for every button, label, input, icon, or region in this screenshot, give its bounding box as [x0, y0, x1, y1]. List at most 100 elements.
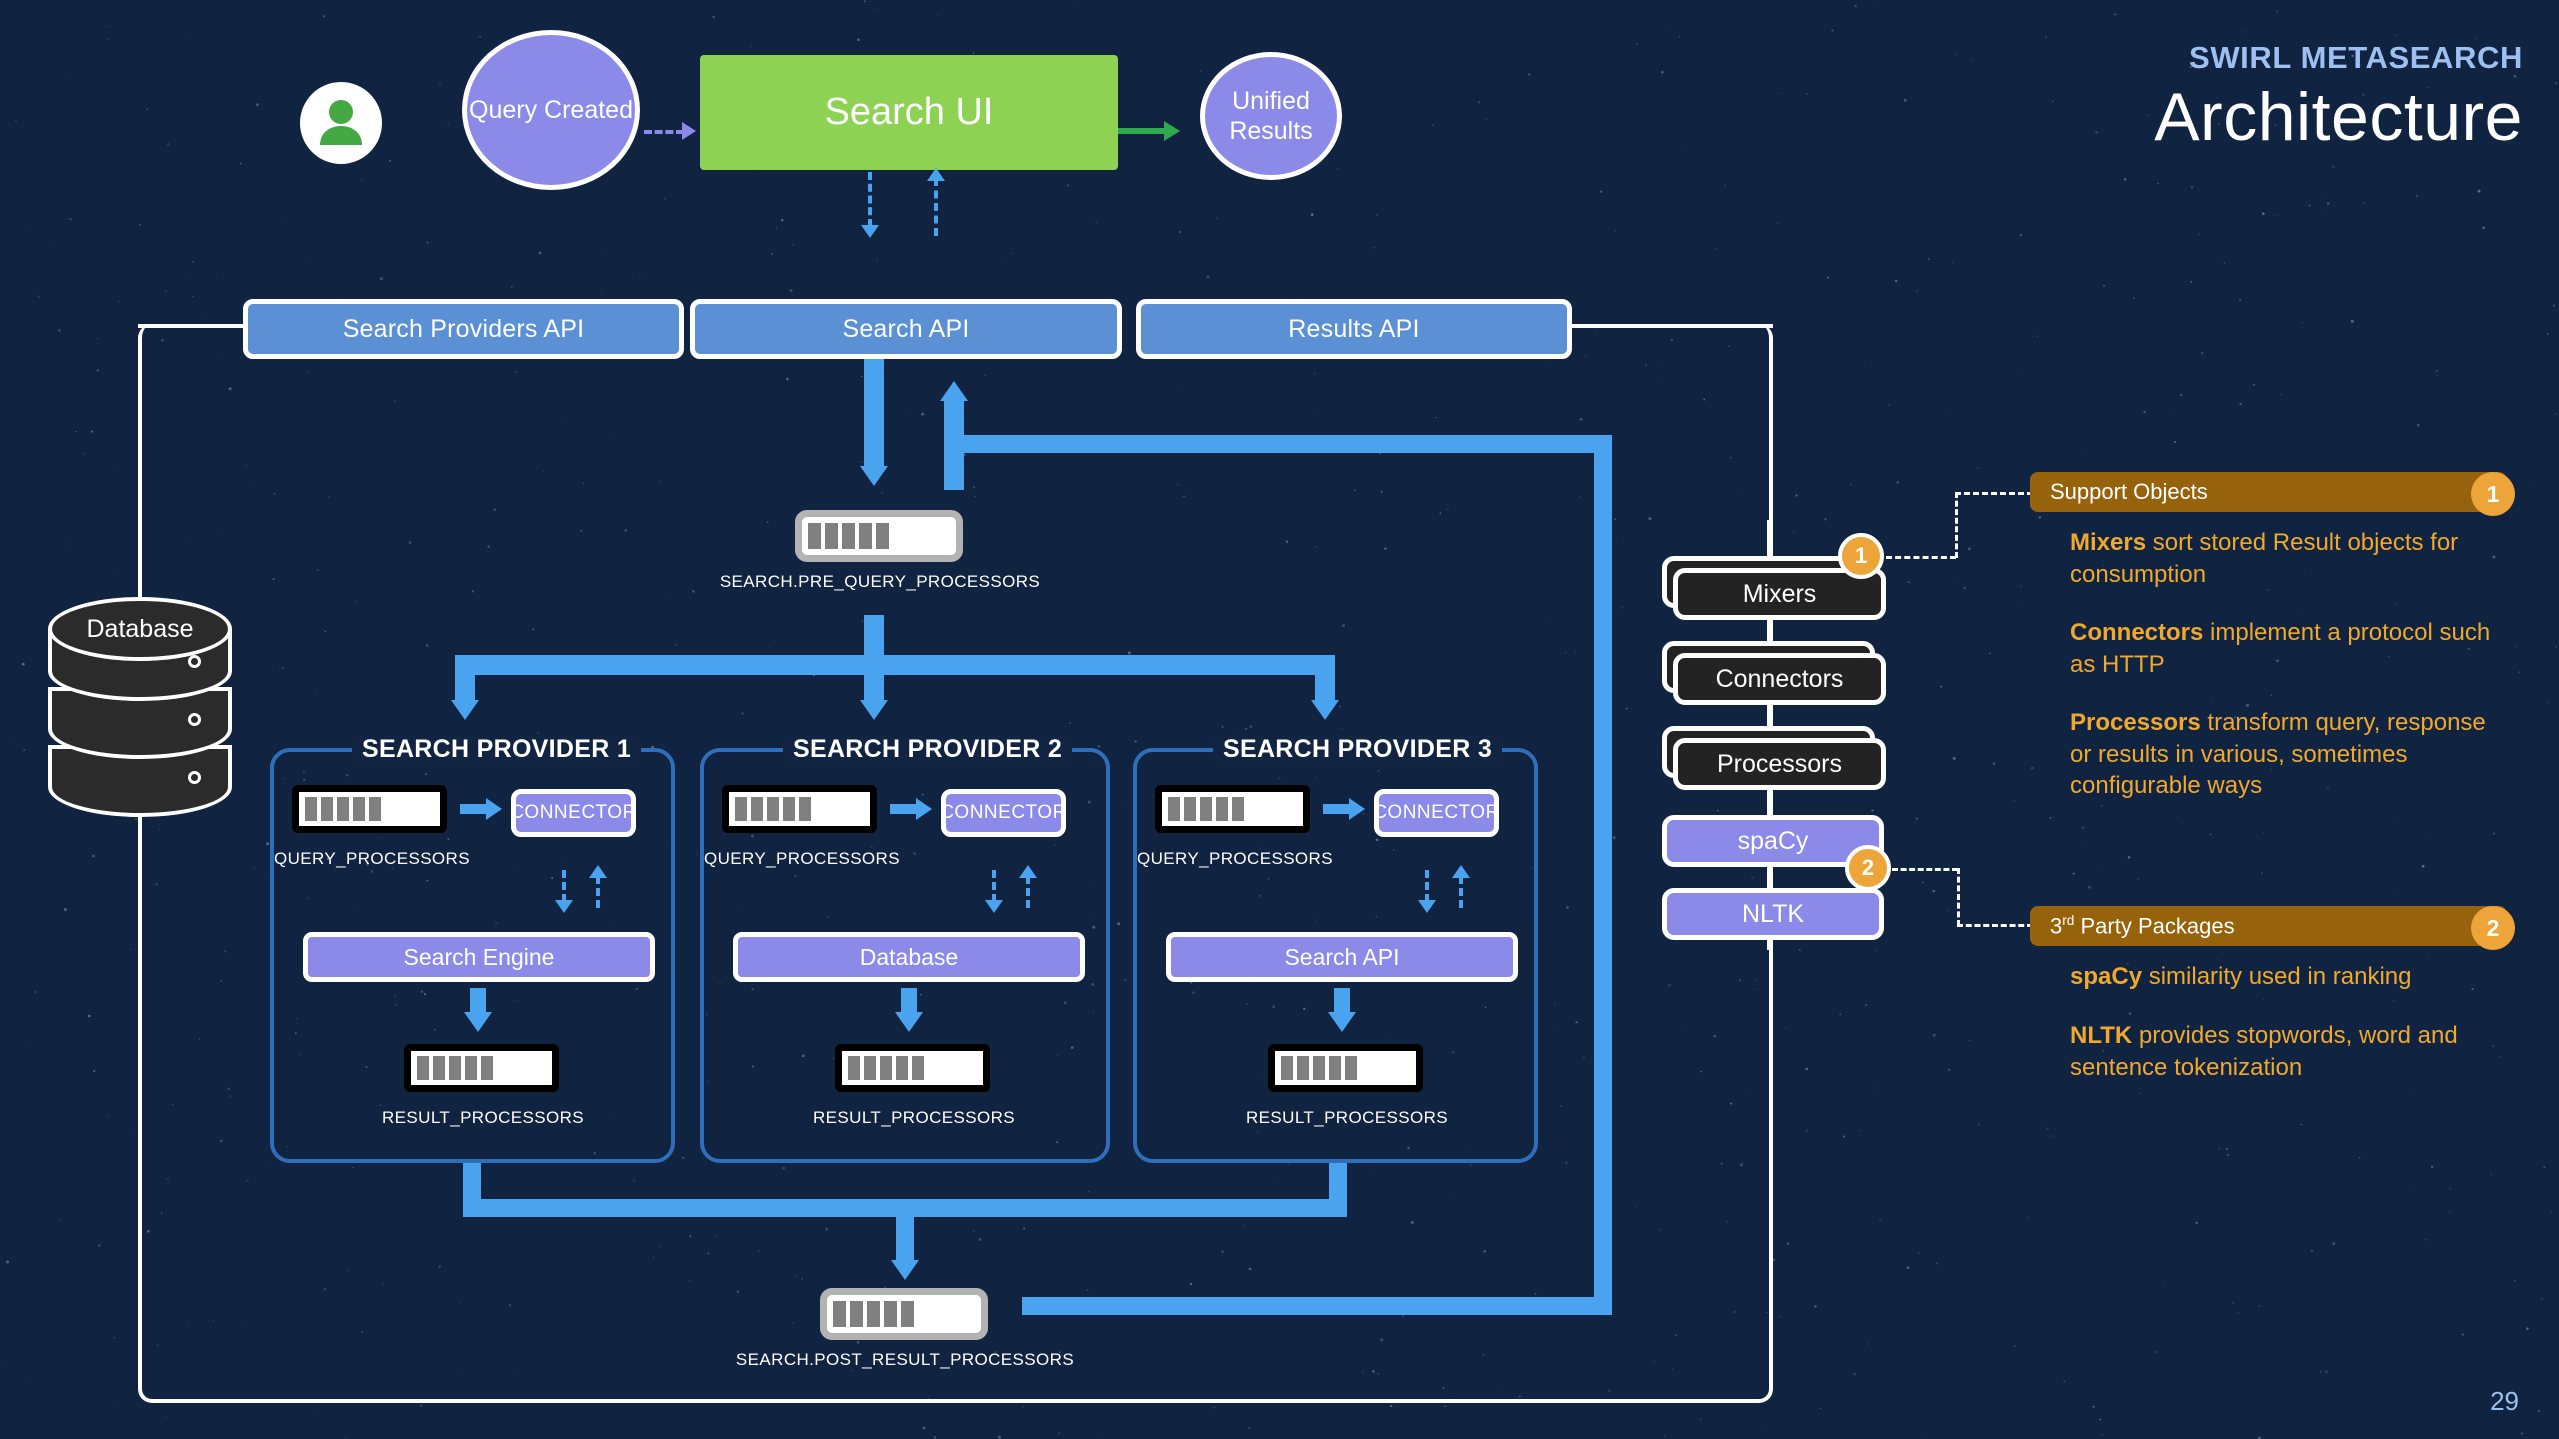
callout-1-dash-h1	[1886, 556, 1956, 559]
stack-card-connectors[interactable]: Connectors	[1673, 653, 1886, 705]
callout-2-dash-h2	[1957, 924, 2033, 927]
connector-label: CONNECTOR	[510, 802, 637, 823]
provider-2-result-processors-icon	[835, 1044, 990, 1092]
unified-results-node: Unified Results	[1200, 52, 1342, 180]
stack-card-label: spaCy	[1737, 826, 1809, 855]
stack-card-label: NLTK	[1741, 899, 1805, 928]
query-to-ui-arrowhead	[682, 122, 696, 140]
api-box-search-providers[interactable]: Search Providers API	[243, 299, 684, 359]
search-ui-node[interactable]: Search UI	[700, 55, 1118, 170]
searchapi-to-prequery-arrowhead	[860, 466, 888, 486]
badge-number: 2	[1861, 855, 1875, 880]
api-label: Results API	[1288, 314, 1420, 343]
backend-label: Search API	[1284, 943, 1400, 970]
user-avatar	[300, 82, 382, 164]
legend-1-badge: 1	[2471, 472, 2515, 516]
searchapi-to-prequery-line	[864, 359, 884, 469]
legend-1-header-label: Support Objects	[2050, 479, 2208, 504]
legend-2-header-bar: 3rd Party Packages	[2030, 906, 2507, 946]
provider-3-connector-up-arrowhead	[1452, 865, 1470, 878]
provider-1-connector-down-arrowhead	[555, 900, 573, 913]
callout-badge-1: 1	[1838, 533, 1884, 579]
ui-to-results-arrowhead	[1164, 121, 1180, 141]
provider-1-qp-to-connector-line	[460, 804, 488, 814]
api-box-results[interactable]: Results API	[1136, 299, 1572, 359]
query-created-node: Query Created	[462, 30, 640, 190]
provider-1-result-processors-icon	[404, 1044, 559, 1092]
legend-2-item-2: NLTK provides stopwords, word and senten…	[2070, 1020, 2510, 1083]
pre-query-processors-label: SEARCH.PRE_QUERY_PROCESSORS	[719, 572, 1041, 591]
db-indicator-1	[188, 655, 201, 668]
stack-card-nltk[interactable]: NLTK	[1662, 888, 1884, 940]
provider-2-query-processors-icon	[722, 785, 877, 833]
provider-3-qp-to-connector-line	[1323, 804, 1351, 814]
provider-2-connector-down-arrowhead	[985, 900, 1003, 913]
fanout-down-2	[864, 655, 884, 703]
api-label: Search Providers API	[342, 314, 585, 343]
search-ui-label: Search UI	[824, 91, 994, 133]
legend-term: NLTK	[2070, 1022, 2133, 1049]
provider-3-result-processors-label: RESULT_PROCESSORS	[1246, 1108, 1449, 1127]
provider-1-connector-down-dashed	[562, 870, 566, 902]
provider-1-connector-up-arrowhead	[589, 865, 607, 878]
provider-1-query-processors-label: QUERY_PROCESSORS	[274, 849, 470, 868]
legend-term: spaCy	[2070, 963, 2143, 990]
provider-fanout-bar	[455, 655, 1335, 675]
callout-badge-2: 2	[1845, 845, 1891, 891]
slide-canvas: SWIRL METASEARCH Architecture 29 Query C…	[0, 0, 2559, 1439]
fanout-down-1	[455, 655, 475, 703]
api-label: Search API	[842, 314, 970, 343]
ui-down-arrowhead	[861, 225, 879, 238]
provider-3-query-processors-icon	[1155, 785, 1310, 833]
provider-3-qp-arrowhead	[1349, 798, 1365, 820]
user-icon	[320, 100, 362, 145]
api-box-search[interactable]: Search API	[690, 299, 1122, 359]
connector-label: CONNECTOR	[940, 802, 1067, 823]
provider-title-2: SEARCH PROVIDER 2	[783, 735, 1073, 764]
provider-1-qp-arrowhead	[486, 798, 502, 820]
merge-to-postresult-arrowhead	[891, 1260, 919, 1280]
provider-1-query-processors-icon	[292, 785, 447, 833]
page-title: Architecture	[2154, 79, 2523, 155]
badge-number: 2	[2486, 914, 2500, 941]
fanout-arrowhead-1	[451, 700, 479, 720]
db-indicator-3	[188, 771, 201, 784]
query-created-label: Query Created	[469, 95, 633, 124]
provider-3-connector-down-arrowhead	[1418, 900, 1436, 913]
slide-kicker: SWIRL METASEARCH	[2189, 40, 2523, 75]
return-to-searchapi-arrowhead	[940, 381, 968, 401]
legend-1-item-2: Connectors implement a protocol such as …	[2070, 617, 2510, 680]
badge-number: 1	[2486, 480, 2500, 507]
legend-2-header-label: 3rd Party Packages	[2050, 912, 2235, 939]
provider-1-result-processors-label: RESULT_PROCESSORS	[382, 1108, 585, 1127]
ui-up-dashed-line	[934, 178, 938, 236]
provider-2-backend[interactable]: Database	[733, 932, 1085, 982]
provider-1-backend[interactable]: Search Engine	[303, 932, 655, 982]
provider-2-backend-arrowhead	[895, 1012, 923, 1032]
provider-1-connector[interactable]: CONNECTOR	[510, 789, 637, 837]
fanout-arrowhead-2	[860, 700, 888, 720]
provider-2-qp-arrowhead	[916, 798, 932, 820]
stack-card-label: Connectors	[1715, 664, 1844, 693]
stack-card-label: Processors	[1716, 749, 1843, 778]
provider-3-backend[interactable]: Search API	[1166, 932, 1518, 982]
provider-2-connector[interactable]: CONNECTOR	[940, 789, 1067, 837]
return-path-bottom	[1022, 1297, 1612, 1315]
provider-3-backend-arrowhead	[1328, 1012, 1356, 1032]
system-boundary-top-right	[1572, 324, 1773, 328]
stack-card-processors[interactable]: Processors	[1673, 738, 1886, 790]
legend-term: Mixers	[2070, 529, 2147, 556]
callout-1-dash-v	[1955, 492, 1958, 558]
ui-down-dashed-line	[868, 172, 872, 227]
backend-label: Database	[859, 943, 959, 970]
legend-text: similarity used in ranking	[2142, 963, 2412, 990]
provider-3-query-processors-label: QUERY_PROCESSORS	[1137, 849, 1333, 868]
system-boundary-top-left	[138, 324, 243, 328]
db-indicator-2	[188, 713, 201, 726]
page-number: 29	[2490, 1386, 2519, 1416]
provider-3-connector[interactable]: CONNECTOR	[1373, 789, 1499, 837]
legend-term: Processors	[2070, 709, 2201, 736]
stack-card-label: Mixers	[1742, 579, 1817, 608]
provider-title-3: SEARCH PROVIDER 3	[1213, 735, 1503, 764]
legend-1-item-1: Mixers sort stored Result objects for co…	[2070, 527, 2510, 590]
